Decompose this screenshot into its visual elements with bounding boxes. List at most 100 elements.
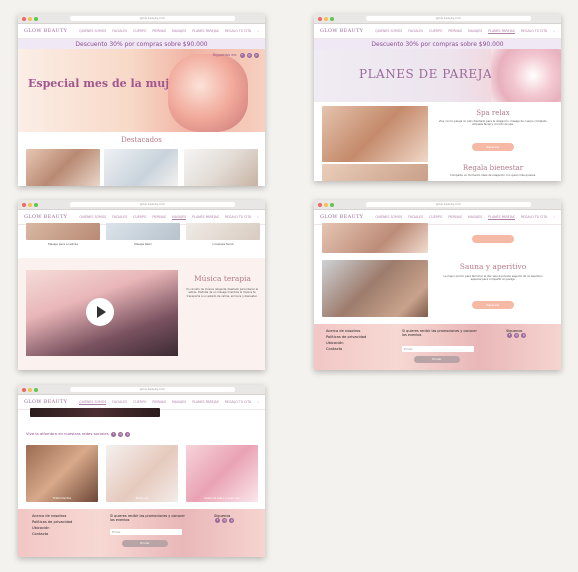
pinterest-icon[interactable]: p [229,518,235,523]
pinterest-icon[interactable]: p [254,53,259,58]
search-icon[interactable]: ⌕ [553,215,555,219]
nav-item[interactable]: FACIALES [408,29,423,33]
email-field[interactable]: Email [110,529,182,535]
brand-logo[interactable]: GLOW BEAUTY [24,28,67,34]
nav-item[interactable]: MASAJES [172,215,187,220]
yoga-photo[interactable] [104,149,178,186]
brand-logo[interactable]: GLOW BEAUTY [24,214,67,220]
treatment-photo[interactable] [26,445,98,502]
nav-item[interactable]: REGALO TU CITA [521,29,547,33]
couple-photo[interactable] [322,223,428,253]
close-icon[interactable] [22,387,26,392]
reserve-button[interactable]: Reservar [472,301,514,309]
nav-item[interactable]: REGALO TU CITA [225,215,251,219]
nav-item[interactable]: PIERNAS [152,400,166,404]
bath-salts-photo[interactable] [186,445,258,502]
massage-stress-photo[interactable] [26,223,100,240]
nav-item[interactable]: QUIÉNES SOMOS [79,400,107,405]
footer-link[interactable]: Contacto [32,531,72,537]
search-icon[interactable]: ⌕ [257,29,259,33]
brand-logo[interactable]: GLOW BEAUTY [24,399,67,405]
facebook-icon[interactable]: f [110,432,116,437]
minimize-icon[interactable] [324,202,328,207]
nav-item[interactable]: PLANES PAREJAS [488,29,515,34]
minimize-icon[interactable] [28,202,32,207]
nav-item[interactable]: MASAJES [172,400,186,404]
nav-item[interactable]: PIERNAS [448,215,462,219]
footer-link[interactable]: Contacto [326,346,366,352]
play-icon[interactable] [86,298,114,326]
close-icon[interactable] [22,16,26,21]
nav-item[interactable]: PIERNAS [448,29,462,33]
nav-item[interactable]: QUIÉNES SOMOS [79,215,106,219]
maximize-icon[interactable] [34,16,38,21]
url-bar[interactable]: glow-beauty.com [70,202,235,207]
manicure-photo[interactable] [106,445,178,502]
nav-item[interactable]: PIERNAS [152,215,166,219]
url-bar[interactable]: glow-beauty.com [70,387,235,392]
nav-item[interactable]: PLANES PAREJAS [488,215,515,220]
nav-item[interactable]: QUIÉNES SOMOS [375,215,402,219]
instagram-icon[interactable]: ◎ [246,53,252,58]
maximize-icon[interactable] [34,202,38,207]
nav-item[interactable]: CUERPO [133,400,146,404]
couple-photo[interactable] [322,164,428,181]
submit-button[interactable]: Enviar [414,356,460,363]
nav-item[interactable]: FACIALES [112,215,127,219]
search-icon[interactable]: ⌕ [257,400,259,404]
nav-item[interactable]: PLANES PAREJAS [192,29,219,33]
search-icon[interactable]: ⌕ [553,29,555,33]
nav-item[interactable]: PLANES PAREJAS [192,400,219,404]
nav-item[interactable]: REGALO TU CITA [521,215,547,219]
couple-spa-photo[interactable] [322,106,428,162]
submit-button[interactable]: Enviar [122,540,168,547]
url-bar[interactable]: glow-beauty.com [366,202,531,207]
search-icon[interactable]: ⌕ [257,215,259,219]
reserve-button[interactable]: Reservar [472,143,514,151]
nav-item[interactable]: MASAJES [468,29,482,33]
instagram-icon[interactable]: ◎ [514,333,520,338]
nav-item[interactable]: FACIALES [112,29,127,33]
nav-item[interactable]: CUERPO [429,215,442,219]
facebook-icon[interactable]: f [239,53,245,58]
close-icon[interactable] [318,16,322,21]
nav-item[interactable]: CUERPO [429,29,442,33]
pinterest-icon[interactable]: p [521,333,527,338]
minimize-icon[interactable] [324,16,328,21]
url-bar[interactable]: glow-beauty.com [366,16,531,21]
nav-item[interactable]: MASAJES [172,29,186,33]
nav-item[interactable]: PLANES PAREJAS [192,215,219,219]
close-icon[interactable] [22,202,26,207]
instagram-icon[interactable]: ◎ [118,432,124,437]
nav-item[interactable]: PIERNAS [152,29,166,33]
nav-item[interactable]: FACIALES [112,400,127,404]
nav-item[interactable]: REGALO TU CITA [225,29,251,33]
nav-item[interactable]: CUERPO [133,29,146,33]
nav-item[interactable]: QUIÉNES SOMOS [79,29,106,33]
maximize-icon[interactable] [330,202,334,207]
brand-logo[interactable]: GLOW BEAUTY [320,28,363,34]
music-video[interactable] [26,270,178,356]
close-icon[interactable] [318,202,322,207]
url-bar[interactable]: glow-beauty.com [70,16,235,21]
nav-item[interactable]: CUERPO [133,215,146,219]
minimize-icon[interactable] [28,16,32,21]
facial-mask-photo[interactable] [184,149,258,186]
reserve-button[interactable] [472,235,514,243]
sauna-photo[interactable] [322,260,428,317]
facial-photo[interactable] [186,223,260,240]
reiki-photo[interactable] [106,223,180,240]
nav-item[interactable]: MASAJES [468,215,482,219]
email-field[interactable]: Email [402,346,474,352]
maximize-icon[interactable] [34,387,38,392]
nav-item[interactable]: FACIALES [408,215,423,219]
facebook-icon[interactable]: f [215,518,220,523]
brand-logo[interactable]: GLOW BEAUTY [320,214,363,220]
nav-item[interactable]: QUIÉNES SOMOS [375,29,402,33]
nav-item[interactable]: REGALO TU CITA [225,400,251,404]
instagram-icon[interactable]: ◎ [222,518,228,523]
pinterest-icon[interactable]: p [125,432,131,437]
minimize-icon[interactable] [28,387,32,392]
massage-photo[interactable] [26,149,100,186]
maximize-icon[interactable] [330,16,334,21]
